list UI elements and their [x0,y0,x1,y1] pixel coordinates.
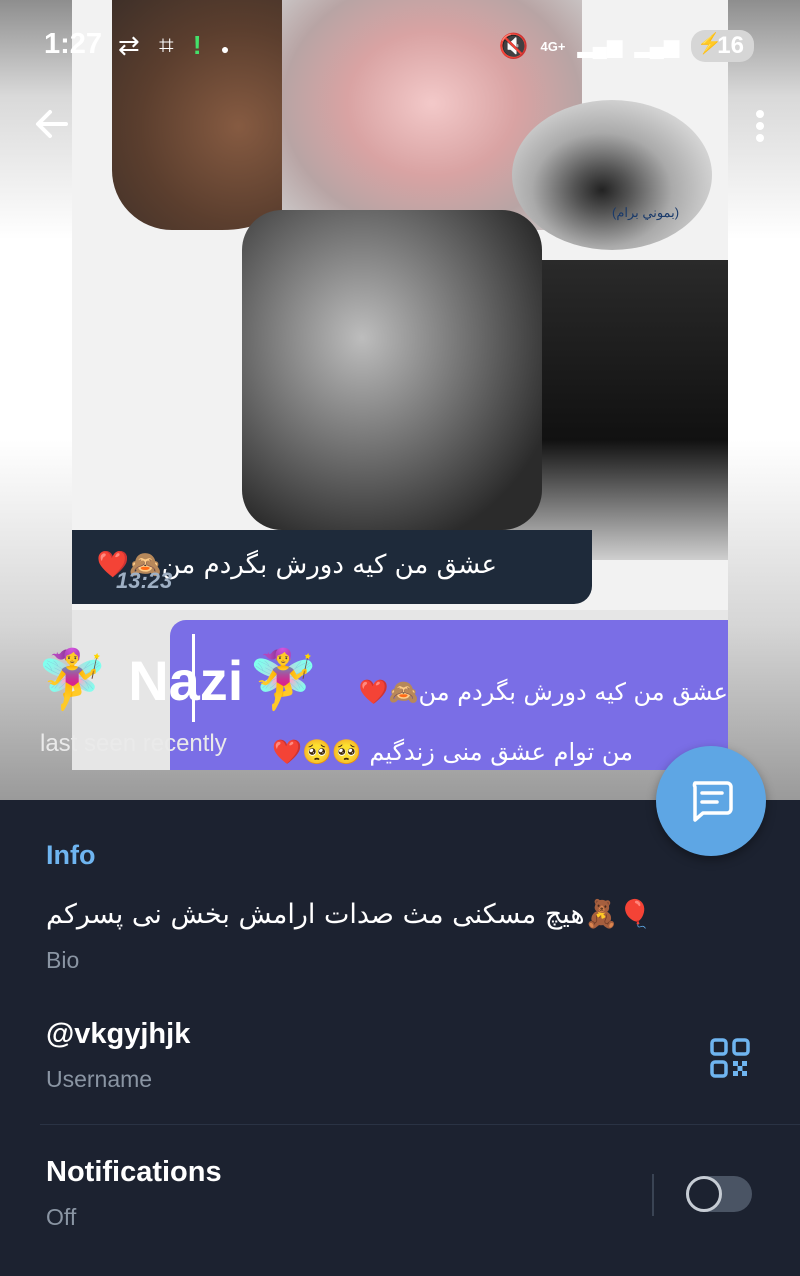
mute-icon: 🔇 [498,32,529,60]
qr-code-icon[interactable] [710,1038,750,1078]
battery-icon: 16 [691,30,754,62]
fairy-emoji-left: 🧚‍♀️ [36,647,109,712]
signal-icon-2: ▂▄▆ [634,35,680,58]
info-section-title: Info [46,840,96,870]
photo-couple [242,210,542,530]
status-time: 1:27 [44,28,103,60]
message-icon [692,781,733,822]
notifications-label[interactable]: Notifications [46,1156,222,1189]
toggle-knob [686,1176,722,1212]
screenshot-icon: ⌗ [159,30,174,60]
bio-label: Bio [46,947,80,973]
vertical-separator [652,1174,654,1216]
notifications-value: Off [46,1204,77,1230]
alert-icon: ! [192,30,202,60]
info-panel: Info هیچ مسکنی مث صدات ارامش بخش نی پسرک… [0,800,800,1276]
more-vert-icon[interactable] [750,106,770,150]
status-notification-icons: ⇄ ⌗ ! ● [118,30,241,62]
divider [40,1124,800,1125]
signal-icon: ▂▄▆ [577,35,623,58]
reply-text-line2: من توام عشق منی زندگیم 🥺🥺❤️ [272,738,633,766]
last-seen-status: last seen recently [40,730,227,757]
bio-text[interactable]: هیچ مسکنی مث صدات ارامش بخش نی پسرکم🧸🎈 [46,898,652,930]
network-type: 4G+ [540,38,566,54]
profile-name-row: 🧚‍♀️ Nazi 🧚‍♀️ [36,640,320,720]
status-system-icons: 🔇 4G+ ▂▄▆ ▂▄▆ 16 [499,30,754,62]
dot-icon: ● [220,41,230,57]
profile-header: (بموني برام) عشق من کیه دورش بگردم من🙈❤️… [0,0,800,800]
status-bar: 1:27 ⇄ ⌗ ! ● 🔇 4G+ ▂▄▆ ▂▄▆ 16 [0,0,800,90]
data-saver-icon: ⇄ [118,30,140,60]
top-app-bar [0,96,800,160]
profile-name: Nazi [128,648,244,712]
reply-text-line1: عشق من کیه دورش بگردم من🙈❤️ [358,678,728,706]
notifications-toggle[interactable] [686,1176,752,1212]
bubble-time: 13:23 [116,568,173,593]
username-value[interactable]: @vkgyjhjk [46,1018,190,1051]
back-arrow-icon[interactable] [32,104,76,148]
message-button[interactable] [656,746,766,856]
fairy-emoji-right: 🧚‍♀️ [247,647,320,712]
photo-chat-bubble: عشق من کیه دورش بگردم من🙈❤️ 13:23 [72,530,592,604]
username-label: Username [46,1066,153,1092]
photo-caption: (بموني برام) [612,205,680,220]
